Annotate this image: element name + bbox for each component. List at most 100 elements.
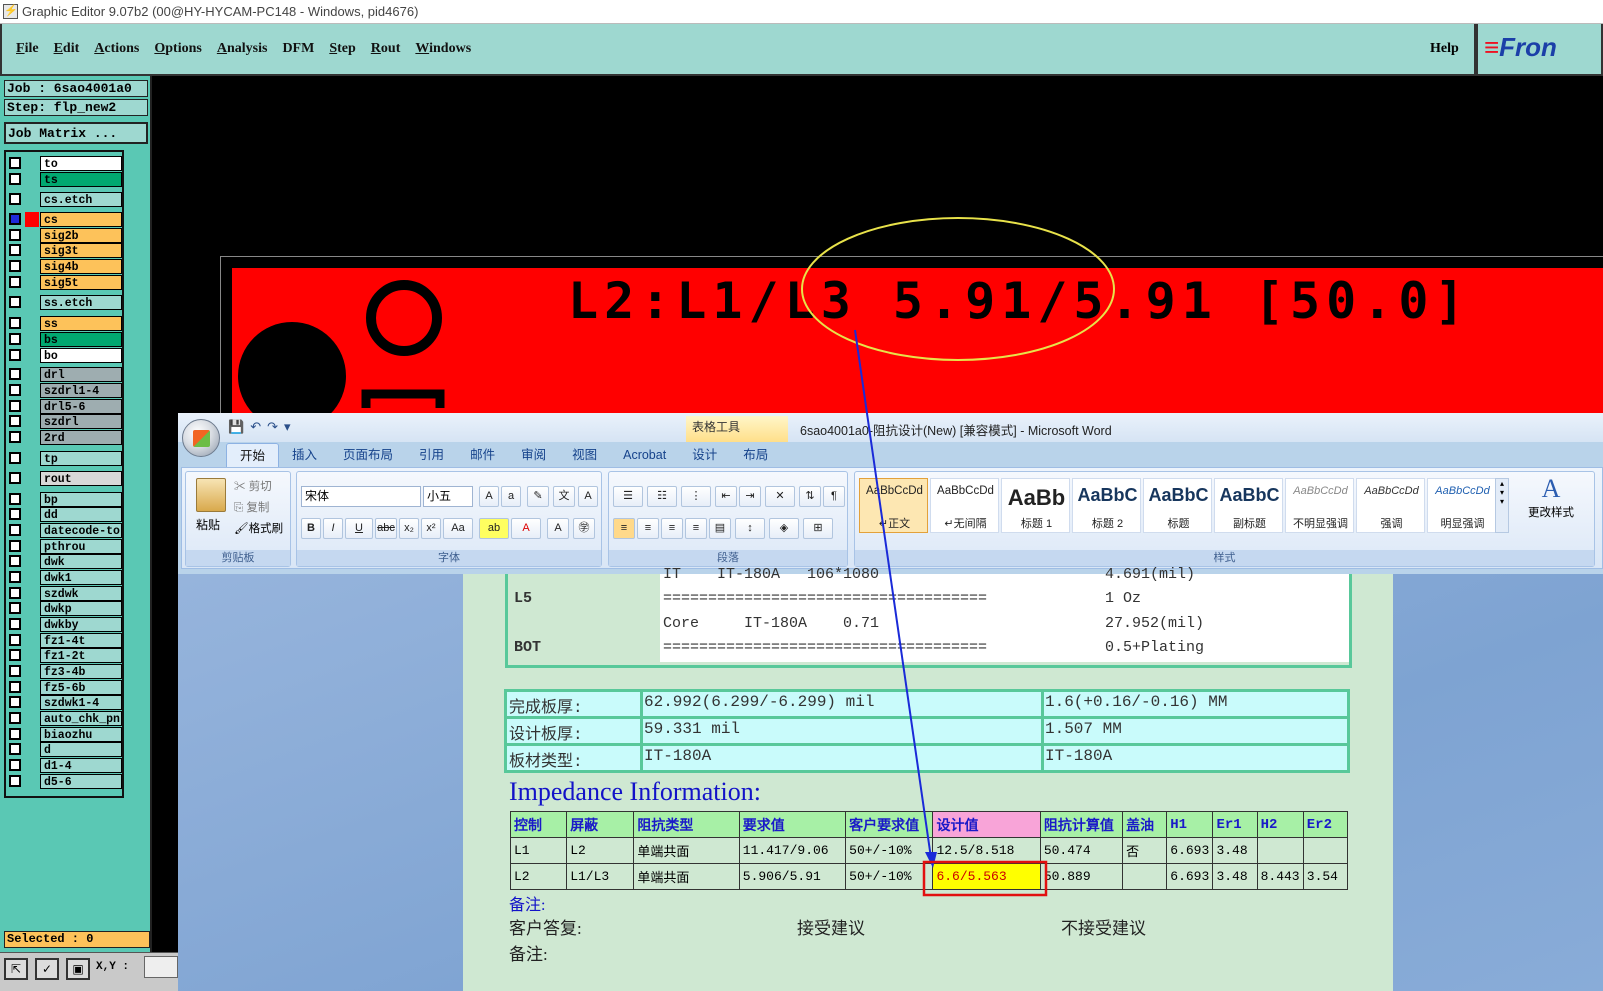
char-shading-icon[interactable]: A — [547, 518, 569, 539]
layer-row-d1-4[interactable]: d1-4 — [6, 758, 122, 773]
layer-row-dwk[interactable]: dwk — [6, 554, 122, 569]
decrease-indent-icon[interactable]: ⇤ — [715, 486, 737, 507]
menu-dfm[interactable]: DFM — [282, 41, 314, 57]
layer-row-pthrou[interactable]: pthrou — [6, 539, 122, 554]
layer-name[interactable]: szdwk1-4 — [40, 695, 122, 710]
impedance-cell[interactable]: 3.54 — [1302, 863, 1349, 890]
paste-icon[interactable] — [196, 478, 226, 512]
layer-name[interactable]: bo — [40, 348, 122, 363]
layer-name[interactable]: dwk1 — [40, 570, 122, 585]
impedance-cell[interactable]: L1 — [509, 837, 568, 864]
layer-name[interactable]: ss — [40, 316, 122, 331]
style-option[interactable]: AaBbCcDd ↵正文 — [859, 478, 928, 533]
layer-name[interactable]: sig2b — [40, 228, 122, 243]
superscript-icon[interactable]: x² — [421, 518, 441, 539]
clear-format-icon[interactable]: ✎ — [527, 486, 549, 507]
paste-button[interactable]: 粘贴 — [196, 516, 220, 533]
layer-name[interactable]: szdwk — [40, 586, 122, 601]
show-marks-icon[interactable]: ¶ — [823, 486, 845, 507]
tab-references[interactable]: 引用 — [406, 443, 457, 467]
layer-checkbox[interactable] — [9, 508, 21, 520]
layer-checkbox[interactable] — [9, 602, 21, 614]
menu-actions[interactable]: Actions — [94, 41, 139, 57]
layer-row-szdrl[interactable]: szdrl — [6, 414, 122, 429]
font-name-select[interactable]: 宋体 — [301, 486, 421, 507]
menu-windows[interactable]: Windows — [415, 41, 471, 57]
align-center-icon[interactable]: ≡ — [637, 518, 659, 539]
char-border-icon[interactable]: A — [578, 486, 598, 507]
italic-icon[interactable]: I — [323, 518, 343, 539]
impedance-cell[interactable] — [1256, 837, 1304, 864]
layer-checkbox[interactable] — [9, 276, 21, 288]
bold-icon[interactable]: B — [301, 518, 321, 539]
style-option[interactable]: AaBb 标题 1 — [1001, 478, 1070, 533]
phonetic-icon[interactable]: 文 — [553, 486, 575, 507]
impedance-cell[interactable]: 否 — [1122, 837, 1168, 864]
layer-name[interactable]: drl — [40, 367, 122, 382]
layer-checkbox[interactable] — [9, 493, 21, 505]
impedance-cell[interactable]: 5.906/5.91 — [738, 863, 847, 890]
layer-name[interactable]: fz1-4t — [40, 633, 122, 648]
layer-checkbox[interactable] — [9, 384, 21, 396]
menu-help[interactable]: Help — [1430, 41, 1459, 57]
increase-indent-icon[interactable]: ⇥ — [739, 486, 761, 507]
layer-row-dwkp[interactable]: dwkp — [6, 601, 122, 616]
layer-name[interactable]: dd — [40, 507, 122, 522]
align-right-icon[interactable]: ≡ — [661, 518, 683, 539]
layer-name[interactable]: dwkp — [40, 601, 122, 616]
style-option[interactable]: AaBbCcDd 明显强调 — [1427, 478, 1496, 533]
format-painter-button[interactable]: 🖌格式刷 — [234, 520, 283, 536]
highlight-icon[interactable]: ab — [479, 518, 509, 539]
layer-row-sig5t[interactable]: sig5t — [6, 275, 122, 290]
layer-checkbox[interactable] — [9, 587, 21, 599]
job-matrix-button[interactable]: Job Matrix ... — [4, 122, 148, 144]
impedance-cell[interactable]: L2 — [509, 863, 568, 890]
subscript-icon[interactable]: x₂ — [399, 518, 419, 539]
layer-row-ss[interactable]: ss — [6, 316, 122, 331]
layer-checkbox[interactable] — [9, 634, 21, 646]
layer-row-biaozhu[interactable]: biaozhu — [6, 727, 122, 742]
impedance-cell[interactable] — [1122, 863, 1168, 890]
layer-row-dwk1[interactable]: dwk1 — [6, 570, 122, 585]
line-spacing-icon[interactable]: ↕ — [735, 518, 765, 539]
layer-checkbox[interactable] — [9, 571, 21, 583]
impedance-cell[interactable]: 11.417/9.06 — [738, 837, 847, 864]
layer-row-fz1-4t[interactable]: fz1-4t — [6, 633, 122, 648]
layer-checkbox[interactable] — [9, 349, 21, 361]
layer-row-szdwk[interactable]: szdwk — [6, 586, 122, 601]
tab-mailings[interactable]: 邮件 — [457, 443, 508, 467]
layer-row-dwkby[interactable]: dwkby — [6, 617, 122, 632]
layer-name[interactable]: ss.etch — [40, 295, 122, 310]
sort-icon[interactable]: ⇅ — [799, 486, 821, 507]
layer-name[interactable]: tp — [40, 451, 122, 466]
shrink-font-icon[interactable]: a — [501, 486, 521, 507]
enclose-char-icon[interactable]: ㊫ — [573, 518, 595, 539]
layer-checkbox[interactable] — [9, 524, 21, 536]
menu-file[interactable]: File — [16, 41, 39, 57]
tab-view[interactable]: 视图 — [559, 443, 610, 467]
impedance-cell[interactable]: L2 — [566, 837, 635, 864]
layer-checkbox[interactable] — [9, 193, 21, 205]
document-page[interactable]: IT IT-180A 106*1080 4.691(mil) L5 =========… — [463, 566, 1393, 991]
layer-name[interactable]: d5-6 — [40, 774, 122, 789]
impedance-cell[interactable]: 3.48 — [1212, 863, 1258, 890]
style-option[interactable]: AaBbC 副标题 — [1214, 478, 1283, 533]
layer-checkbox[interactable] — [9, 775, 21, 787]
layer-name[interactable]: sig5t — [40, 275, 122, 290]
layer-checkbox[interactable] — [9, 696, 21, 708]
tab-layout[interactable]: 布局 — [730, 443, 781, 467]
style-option[interactable]: AaBbC 标题 2 — [1072, 478, 1141, 533]
impedance-cell[interactable]: 单端共面 — [633, 837, 740, 864]
impedance-cell[interactable]: 3.48 — [1212, 837, 1258, 864]
layer-row-sig4b[interactable]: sig4b — [6, 259, 122, 274]
tab-design[interactable]: 设计 — [679, 443, 730, 467]
impedance-cell[interactable]: 6.6/5.563 — [932, 863, 1041, 890]
layer-name[interactable]: fz5-6b — [40, 680, 122, 695]
layer-name[interactable]: datecode-to — [40, 523, 122, 538]
layer-checkbox[interactable] — [9, 540, 21, 552]
style-option[interactable]: AaBbCcDd 不明显强调 — [1285, 478, 1354, 533]
tab-page-layout[interactable]: 页面布局 — [330, 443, 406, 467]
layer-name[interactable]: bs — [40, 332, 122, 347]
font-color-icon[interactable]: A — [511, 518, 541, 539]
impedance-cell[interactable]: 6.693 — [1166, 863, 1214, 890]
